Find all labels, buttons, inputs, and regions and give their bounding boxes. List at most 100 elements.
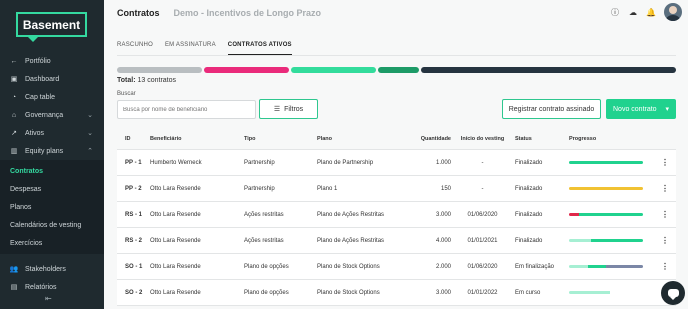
sidebar-subitem-calendarios[interactable]: Calendários de vesting	[0, 216, 104, 234]
cell-progresso	[568, 161, 654, 164]
table-header: ID Beneficiário Tipo Plano Quantidade In…	[117, 128, 676, 150]
tab-em-assinatura[interactable]: EM ASSINATURA	[165, 42, 216, 55]
more-options-icon[interactable]: ⋮	[654, 184, 676, 193]
sidebar-item-label: Stakeholders	[25, 265, 66, 273]
tabs-divider	[117, 55, 676, 56]
more-options-icon[interactable]: ⋮	[654, 236, 676, 245]
chevron-down-icon: ⌄	[87, 130, 93, 137]
sidebar-item-label: Portfólio	[25, 57, 51, 65]
summary-segment[interactable]	[421, 67, 676, 73]
cell-quantidade: 150	[440, 185, 451, 192]
col-id[interactable]: ID	[117, 136, 150, 142]
col-progresso[interactable]: Progresso	[568, 136, 654, 142]
cell-inicio-vesting: -	[481, 159, 484, 166]
sidebar-item-ativos[interactable]: ↗ Ativos ⌄	[0, 124, 104, 142]
register-contract-button[interactable]: Registrar contrato assinado	[502, 99, 601, 119]
summary-segment[interactable]	[377, 67, 420, 73]
more-options-icon[interactable]: ⋮	[654, 210, 676, 219]
cell-tipo: Partnership	[244, 185, 275, 192]
logo[interactable]: Basement	[16, 12, 87, 37]
summary-segment[interactable]	[117, 67, 202, 73]
more-options-icon[interactable]: ⋮	[654, 262, 676, 271]
caret-down-icon: ▾	[665, 106, 669, 113]
header-actions: ⓘ ☁ 🔔	[610, 3, 682, 21]
collapse-sidebar-icon[interactable]: ⇤	[45, 294, 52, 303]
sidebar-item-relatorios[interactable]: ▤ Relatórios	[0, 278, 104, 296]
cell-status: Finalizado	[515, 237, 543, 244]
cell-tipo: Plano de opções	[244, 263, 289, 270]
cell-plano: Plano de Partnership	[317, 159, 374, 166]
cell-id: RS - 2	[125, 237, 143, 244]
progress-segment	[569, 291, 610, 294]
sidebar-item-governanca[interactable]: ⌂ Governança ⌄	[0, 106, 104, 124]
col-quantidade[interactable]: Quantidade	[417, 136, 451, 142]
cell-status: Em finalização	[515, 263, 555, 270]
cloud-upload-icon[interactable]: ☁	[628, 8, 638, 17]
sidebar-subitem-planos[interactable]: Planos	[0, 198, 104, 216]
sidebar-subitem-label: Despesas	[10, 185, 42, 193]
cell-quantidade: 4.000	[435, 237, 451, 244]
app: Basement ← Portfólio ▣ Dashboard ◔ Cap t…	[0, 0, 688, 309]
info-icon[interactable]: ⓘ	[610, 7, 620, 18]
sidebar-subitem-despesas[interactable]: Despesas	[0, 180, 104, 198]
sidebar-subitem-contratos[interactable]: Contratos	[0, 162, 104, 180]
table-row[interactable]: RS - 2 Otto Lara Resende Ações restritas Pl…	[117, 228, 676, 254]
progress-segment	[606, 265, 643, 268]
sidebar-item-dashboard[interactable]: ▣ Dashboard	[0, 70, 104, 88]
col-inicio-vesting[interactable]: Início do vesting	[451, 136, 508, 142]
search-input[interactable]	[117, 100, 256, 119]
col-beneficiario[interactable]: Beneficiário	[150, 136, 244, 142]
contracts-table: ID Beneficiário Tipo Plano Quantidade In…	[117, 128, 676, 306]
progress-segment	[569, 161, 643, 164]
table-row[interactable]: RS - 1 Otto Lara Resende Ações restritas Pl…	[117, 202, 676, 228]
progress-segment	[569, 239, 592, 242]
summary-segment[interactable]	[203, 67, 289, 73]
sidebar-subitem-exercicios[interactable]: Exercícios	[0, 234, 104, 252]
progress-bar	[569, 161, 643, 164]
cell-status: Finalizado	[515, 159, 543, 166]
table-row[interactable]: PP - 1 Humberto Werneck Partnership Plano d…	[117, 150, 676, 176]
table-row[interactable]: SO - 1 Otto Lara Resende Plano de opções Pl…	[117, 254, 676, 280]
cell-progresso	[568, 291, 654, 294]
cell-beneficiario: Otto Lara Resende	[150, 237, 201, 244]
col-status[interactable]: Status	[508, 136, 568, 142]
cell-inicio-vesting: 01/06/2020	[467, 263, 498, 270]
progress-segment	[591, 239, 643, 242]
page-title: Contratos	[117, 8, 160, 18]
col-plano[interactable]: Plano	[317, 136, 417, 142]
table-row[interactable]: PP - 2 Otto Lara Resende Partnership Plano …	[117, 176, 676, 202]
new-contract-button[interactable]: Novo contrato ▾	[606, 99, 676, 119]
sidebar-item-portfolio[interactable]: ← Portfólio	[0, 52, 104, 70]
chat-button[interactable]	[661, 281, 685, 305]
total-value: 13 contratos	[137, 77, 177, 84]
table-row[interactable]: SO - 2 Otto Lara Resende Plano de opções Pl…	[117, 280, 676, 306]
sidebar-item-stakeholders[interactable]: 👥 Stakeholders	[0, 260, 104, 278]
summary-segment[interactable]	[290, 67, 376, 73]
avatar[interactable]	[664, 3, 682, 21]
progress-bar	[569, 187, 643, 190]
cell-inicio-vesting: 01/01/2021	[467, 237, 498, 244]
cell-beneficiario: Otto Lara Resende	[150, 211, 201, 218]
cell-id: PP - 1	[125, 159, 142, 166]
cell-quantidade: 1.000	[435, 159, 451, 166]
cell-beneficiario: Otto Lara Resende	[150, 289, 201, 296]
cell-beneficiario: Otto Lara Resende	[150, 263, 201, 270]
progress-bar	[569, 239, 643, 242]
users-icon: 👥	[9, 266, 19, 273]
tabs: RASCUNHO EM ASSINATURA CONTRATOS ATIVOS	[117, 42, 292, 55]
progress-segment	[609, 291, 643, 294]
cell-status: Finalizado	[515, 185, 543, 192]
cell-plano: Plano de Stock Options	[317, 263, 380, 270]
cell-tipo: Ações restritas	[244, 211, 284, 218]
total-label: Total:	[117, 77, 136, 84]
progress-bar	[569, 291, 643, 294]
tab-contratos-ativos[interactable]: CONTRATOS ATIVOS	[227, 42, 292, 55]
col-tipo[interactable]: Tipo	[244, 136, 317, 142]
equity-plans-submenu: Contratos Despesas Planos Calendários de…	[0, 160, 104, 254]
sidebar-item-equity-plans[interactable]: ▥ Equity plans ⌃	[0, 142, 104, 160]
filters-button[interactable]: ☰ Filtros	[259, 99, 318, 119]
more-options-icon[interactable]: ⋮	[654, 158, 676, 167]
tab-rascunho[interactable]: RASCUNHO	[117, 42, 153, 55]
sidebar-item-cap-table[interactable]: ◔ Cap table	[0, 88, 104, 106]
bell-icon[interactable]: 🔔	[646, 8, 656, 17]
